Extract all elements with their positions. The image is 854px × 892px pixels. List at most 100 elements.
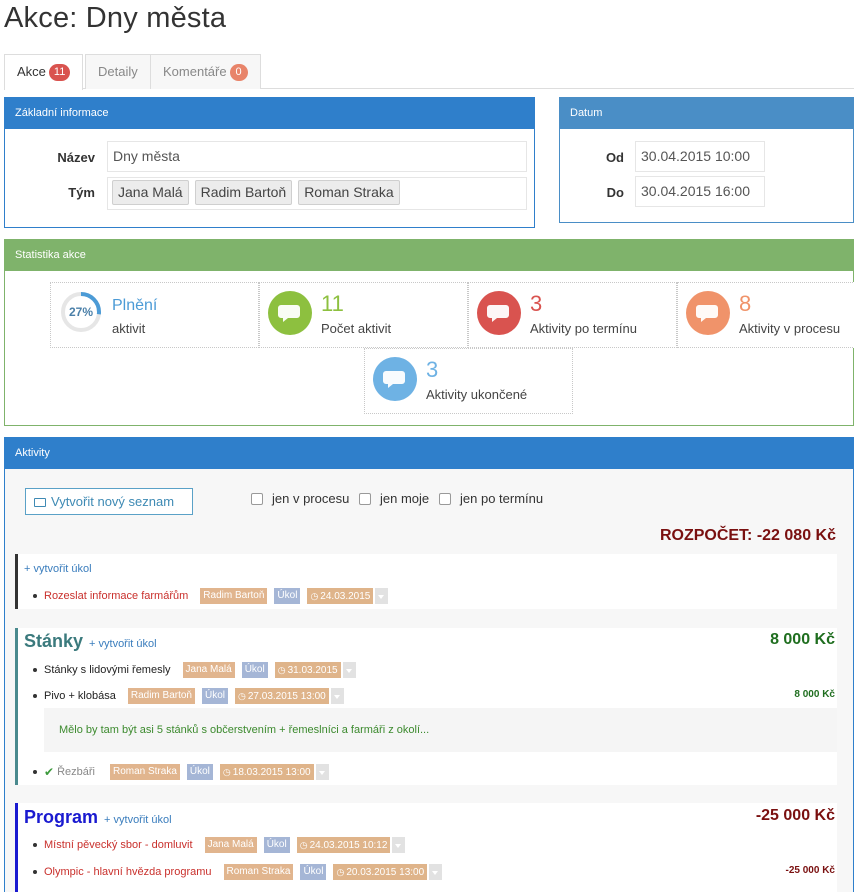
task-group-program: Program + vytvořit úkol -25 000 Kč Místní… [15, 803, 837, 892]
stat-total: 11 Počet aktivit [259, 282, 468, 348]
group-color-bar [15, 554, 18, 609]
task-title[interactable]: Stánky s lidovými řemesly [44, 664, 171, 676]
fulfillment-label: aktivit [112, 321, 146, 336]
task-date-value: 20.03.2015 13:00 [346, 867, 425, 878]
chevron-down-icon[interactable] [330, 688, 344, 704]
group-color-bar [15, 803, 18, 892]
fulfillment-gauge: 27% [61, 292, 101, 332]
team-tag[interactable]: Radim Bartoň [194, 180, 293, 205]
task-title[interactable]: Místní pěvecký sbor - domluvit [44, 839, 193, 851]
stat-done: 3 Aktivity ukončené [364, 348, 573, 414]
stat-overdue: 3 Aktivity po termínu [468, 282, 677, 348]
group-title: Stánky + vytvořit úkol [24, 631, 157, 652]
bullet [33, 694, 37, 698]
chevron-down-icon[interactable] [375, 588, 389, 604]
task-title[interactable]: Olympic - hlavní hvězda programu [44, 866, 212, 878]
folder-icon [34, 498, 46, 507]
bullet [33, 668, 37, 672]
clock-icon: ◷ [310, 591, 319, 601]
group-amount: 8 000 Kč [770, 631, 835, 648]
task-person: Radim Bartoň [200, 588, 268, 604]
basic-info-panel: Základní informace Název Dny města Tým J… [4, 97, 535, 228]
task-type: Úkol [186, 764, 213, 780]
tab-akce[interactable]: Akce 11 [4, 54, 84, 90]
group-title: Program + vytvořit úkol [24, 807, 172, 828]
task-item: Olympic - hlavní hvězda programu Roman S… [33, 863, 443, 881]
fulfillment-title: Plnění [112, 297, 158, 314]
filter-overdue[interactable]: jen po termínu [439, 491, 543, 506]
done-label: Aktivity ukončené [426, 387, 528, 402]
overdue-number: 3 [530, 291, 543, 316]
filter-label: jen moje [380, 491, 430, 506]
task-item: Pivo + klobása Radim Bartoň Úkol ◷ 27.03.… [33, 687, 344, 705]
chevron-down-icon[interactable] [429, 864, 443, 880]
create-task-link[interactable]: + vytvořit úkol [89, 638, 157, 650]
date-panel: Datum Od 30.04.2015 10:00 Do 30.04.2015 … [559, 97, 854, 223]
filter-label: jen po termínu [460, 491, 544, 506]
tab-detaily[interactable]: Detaily [85, 54, 151, 89]
tab-komentare-badge: 0 [229, 64, 248, 82]
comments-icon [686, 291, 730, 335]
chevron-down-icon[interactable] [392, 837, 406, 853]
task-note: Mělo by tam být asi 5 stánků s občerstve… [44, 708, 837, 752]
task-date: ◷ 24.03.2015 10:12 [296, 837, 391, 853]
create-task-link[interactable]: + vytvořit úkol [24, 563, 92, 575]
task-type: Úkol [300, 864, 327, 880]
filter-in-progress[interactable]: jen v procesu [251, 491, 349, 506]
task-person: Roman Straka [223, 864, 294, 880]
group-color-bar [15, 628, 18, 785]
clock-icon: ◷ [277, 665, 286, 675]
task-date: ◷ 27.03.2015 13:00 [235, 688, 329, 704]
team-tag[interactable]: Jana Malá [112, 180, 189, 205]
tab-detaily-label: Detaily [98, 64, 138, 79]
clock-icon: ◷ [336, 867, 345, 877]
task-item: ✔ Řezbáři Roman Straka Úkol ◷ 18.03.2015 … [33, 763, 329, 781]
group-title-text: Program [24, 807, 99, 827]
name-field[interactable]: Dny města [107, 141, 527, 172]
comments-icon [268, 291, 312, 335]
clock-icon: ◷ [238, 691, 246, 701]
task-date: ◷ 24.03.2015 [307, 588, 374, 604]
checkbox[interactable] [251, 492, 263, 505]
create-task-link[interactable]: + vytvořit úkol [104, 814, 172, 826]
check-icon: ✔ [44, 765, 55, 779]
filter-mine[interactable]: jen moje [359, 491, 429, 506]
basic-info-header: Základní informace [5, 98, 534, 129]
fulfillment-percent: 27% [69, 305, 93, 319]
stat-in-progress: 8 Aktivity v procesu [677, 282, 854, 348]
task-date-value: 27.03.2015 13:00 [247, 691, 326, 702]
chevron-down-icon[interactable] [342, 662, 356, 678]
in-progress-number: 8 [739, 291, 752, 316]
task-date: ◷ 31.03.2015 [274, 662, 341, 678]
task-person: Jana Malá [182, 662, 235, 678]
checkbox[interactable] [359, 492, 371, 505]
task-person: Roman Straka [109, 764, 180, 780]
from-field[interactable]: 30.04.2015 10:00 [635, 141, 765, 172]
task-date: ◷ 20.03.2015 13:00 [333, 864, 428, 880]
to-field[interactable]: 30.04.2015 16:00 [635, 176, 765, 207]
task-item: Stánky s lidovými řemesly Jana Malá Úkol… [33, 661, 356, 679]
team-label: Tým [68, 185, 95, 200]
chevron-down-icon[interactable] [315, 764, 329, 780]
tab-komentare[interactable]: Komentáře 0 [150, 54, 261, 89]
task-amount: 8 000 Kč [794, 689, 835, 700]
name-label: Název [57, 150, 95, 165]
task-title[interactable]: Pivo + klobása [44, 690, 116, 702]
task-date-value: 24.03.2015 10:12 [309, 840, 388, 851]
new-list-button[interactable]: Vytvořit nový seznam [25, 488, 193, 515]
task-person: Radim Bartoň [127, 688, 195, 704]
task-group-ungrouped: + vytvořit úkol Rozeslat informace farmá… [15, 554, 837, 609]
task-type: Úkol [202, 688, 229, 704]
task-type: Úkol [274, 588, 301, 604]
team-tag[interactable]: Roman Straka [298, 180, 400, 205]
task-title[interactable]: Rozeslat informace farmářům [44, 590, 188, 602]
task-item: Místní pěvecký sbor - domluvit Jana Malá… [33, 836, 406, 854]
task-title[interactable]: Řezbáři [57, 766, 95, 778]
checkbox[interactable] [439, 492, 451, 505]
task-group-stanky: Stánky + vytvořit úkol 8 000 Kč Stánky s … [15, 628, 837, 785]
team-field[interactable]: Jana Malá Radim Bartoň Roman Straka [107, 177, 527, 210]
task-date-value: 31.03.2015 [287, 665, 338, 676]
to-label: Do [606, 185, 624, 200]
task-item: Rozeslat informace farmářům Radim Bartoň… [33, 587, 389, 605]
task-date: ◷ 18.03.2015 13:00 [219, 764, 314, 780]
